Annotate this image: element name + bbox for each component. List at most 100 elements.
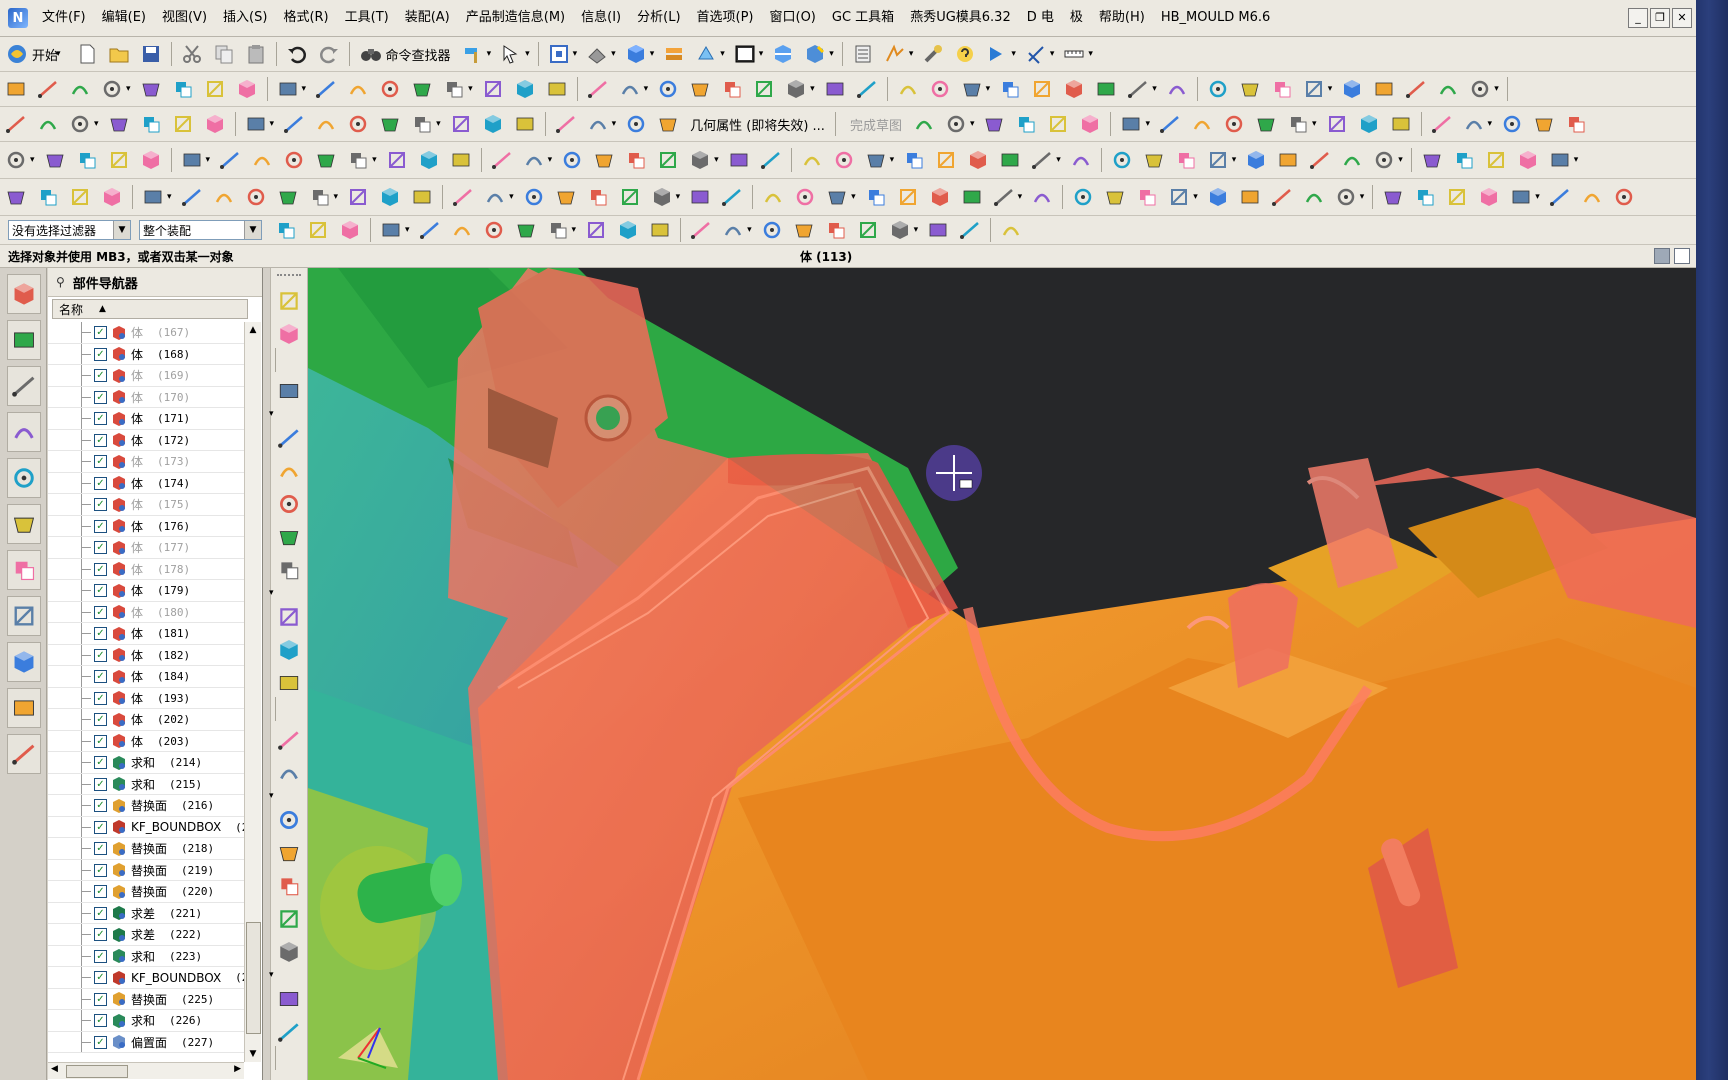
dropdown-arrow-icon[interactable]: ▾ [30, 155, 35, 165]
concentric-icon[interactable] [831, 147, 857, 173]
visibility-checkbox[interactable]: ✓ [94, 949, 107, 963]
dropdown-arrow-icon[interactable]: ▾ [405, 225, 410, 235]
visibility-checkbox[interactable]: ✓ [94, 756, 107, 770]
perpendicular-icon[interactable] [384, 147, 410, 173]
point-on-face-icon[interactable] [925, 217, 951, 243]
dropdown-arrow-icon[interactable]: ▾ [1360, 192, 1365, 202]
circle-icon[interactable] [409, 111, 435, 137]
dropdown-arrow-icon[interactable]: ▾ [1574, 155, 1579, 165]
view-orient-icon[interactable] [693, 41, 719, 67]
finish-sketch-button[interactable]: 完成草图 [840, 111, 908, 137]
feature-row[interactable]: ✓ 体 (173) [48, 451, 244, 473]
constraint-icon[interactable] [345, 147, 371, 173]
groove-icon[interactable] [275, 556, 303, 584]
point-on-face-icon[interactable] [583, 217, 609, 243]
menu-item[interactable]: 极 [1062, 0, 1091, 36]
trim-icon[interactable] [1237, 76, 1263, 102]
dropdown-arrow-icon[interactable]: ▾ [334, 192, 339, 202]
menu-item[interactable]: 首选项(P) [689, 0, 762, 36]
concentric-icon[interactable] [1173, 147, 1199, 173]
sew-icon[interactable] [313, 76, 339, 102]
mate-icon[interactable] [933, 147, 959, 173]
scroll-left-icon[interactable]: ◀ [51, 1064, 58, 1074]
pad-icon[interactable] [275, 490, 303, 518]
surface-icon[interactable] [35, 76, 61, 102]
dropdown-arrow-icon[interactable]: ▾ [676, 192, 681, 202]
visibility-checkbox[interactable]: ✓ [94, 562, 107, 576]
dropdown-arrow-icon[interactable]: ▾ [167, 192, 172, 202]
feature-row[interactable]: ✓ 体 (178) [48, 558, 244, 580]
assembly-add-icon[interactable] [179, 147, 205, 173]
intersect-icon[interactable] [275, 905, 303, 933]
menu-item[interactable]: 编辑(E) [94, 0, 154, 36]
dropdown-arrow-icon[interactable]: ▾ [436, 119, 441, 129]
mould-wizard-icon[interactable] [345, 184, 371, 210]
model-view[interactable] [308, 268, 1696, 1080]
spline-icon[interactable] [138, 111, 164, 137]
constraint-icon[interactable] [687, 147, 713, 173]
menu-item[interactable]: 视图(V) [154, 0, 215, 36]
workpiece-icon[interactable] [1102, 184, 1128, 210]
full-screen-icon[interactable] [1674, 248, 1690, 264]
visibility-checkbox[interactable]: ✓ [94, 863, 107, 877]
dropdown-arrow-icon[interactable]: ▾ [1193, 192, 1198, 202]
rectangle-icon[interactable] [106, 111, 132, 137]
mold-base-icon[interactable] [824, 184, 850, 210]
feature-row[interactable]: ✓ 体 (167) [48, 322, 244, 344]
feature-row[interactable]: ✓ 体 (193) [48, 687, 244, 709]
surface-icon[interactable] [719, 76, 745, 102]
sew-icon[interactable] [655, 76, 681, 102]
unite-icon[interactable] [275, 839, 303, 867]
visibility-checkbox[interactable]: ✓ [94, 541, 107, 555]
visibility-checkbox[interactable]: ✓ [94, 777, 107, 791]
edit-section-icon[interactable] [802, 41, 828, 67]
visibility-checkbox[interactable]: ✓ [94, 713, 107, 727]
offset-surface-icon[interactable] [617, 76, 643, 102]
copy-icon[interactable] [211, 41, 237, 67]
open-folder-icon[interactable] [106, 41, 132, 67]
control-point-icon[interactable] [378, 217, 404, 243]
patch-icon[interactable] [1205, 76, 1231, 102]
quadrant-icon[interactable] [481, 217, 507, 243]
dropdown-arrow-icon[interactable]: ▾ [986, 84, 991, 94]
feature-row[interactable]: ✓ 替换面 (219) [48, 859, 244, 881]
visibility-checkbox[interactable]: ✓ [94, 476, 107, 490]
explode-icon[interactable] [965, 147, 991, 173]
dropdown-arrow-icon[interactable]: ▾ [372, 155, 377, 165]
visibility-checkbox[interactable]: ✓ [94, 799, 107, 813]
visibility-checkbox[interactable]: ✓ [94, 519, 107, 533]
dropdown-arrow-icon[interactable]: ▾ [1494, 84, 1499, 94]
workpiece-icon[interactable] [1444, 184, 1470, 210]
constraint-navigator-icon[interactable] [7, 320, 41, 360]
undo-icon[interactable] [284, 41, 310, 67]
polyline-icon[interactable] [1157, 111, 1183, 137]
scope-select[interactable]: 整个装配 ▼ [139, 220, 262, 240]
trim-icon[interactable] [1221, 111, 1247, 137]
feature-row[interactable]: ✓ 体 (202) [48, 709, 244, 731]
parting-icon[interactable] [1412, 184, 1438, 210]
line-icon[interactable] [943, 111, 969, 137]
cooling-icon[interactable] [927, 184, 953, 210]
arc-icon[interactable] [1324, 111, 1350, 137]
shaded-cube-icon[interactable] [623, 41, 649, 67]
loft-icon[interactable] [138, 76, 164, 102]
dropdown-arrow-icon[interactable]: ▾ [810, 84, 815, 94]
workpiece-icon[interactable] [760, 184, 786, 210]
cooling-icon[interactable] [585, 184, 611, 210]
sketch-rectangle-icon[interactable] [3, 76, 29, 102]
part-navigator-icon[interactable] [7, 366, 41, 406]
sweep-icon[interactable] [441, 76, 467, 102]
perpendicular-icon[interactable] [42, 147, 68, 173]
offset-surface-icon[interactable] [275, 76, 301, 102]
feature-row[interactable]: ✓ 体 (175) [48, 494, 244, 516]
ruler-icon[interactable] [1061, 41, 1087, 67]
scroll-up-icon[interactable]: ▲ [245, 322, 261, 338]
reuse-library-icon[interactable] [7, 412, 41, 452]
extend-icon[interactable] [234, 76, 260, 102]
parallel-icon[interactable] [1109, 147, 1135, 173]
slider-icon[interactable] [179, 184, 205, 210]
menu-item[interactable]: D 电 [1019, 0, 1062, 36]
cavity-layout-icon[interactable] [1476, 184, 1502, 210]
gate-icon[interactable] [275, 184, 301, 210]
gate-icon[interactable] [959, 184, 985, 210]
